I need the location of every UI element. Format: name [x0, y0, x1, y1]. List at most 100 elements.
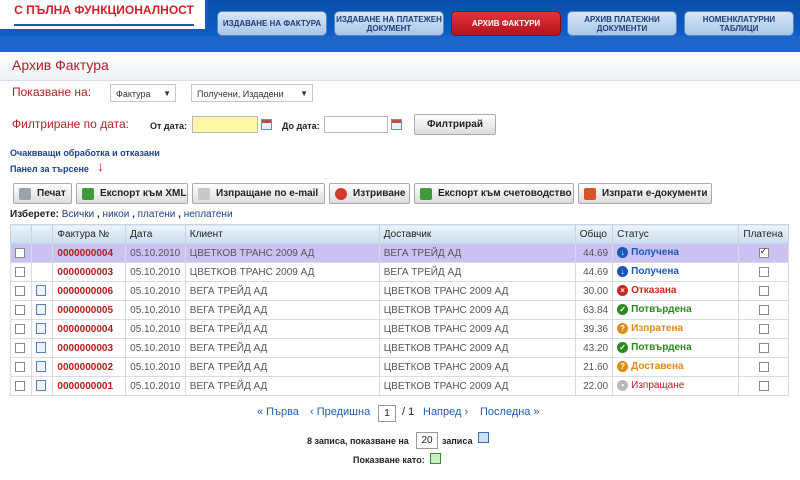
paid-cell[interactable]	[738, 357, 789, 377]
rows-per-page-input[interactable]: 20	[416, 432, 438, 449]
header-supplier[interactable]: Доставчик	[378, 224, 576, 244]
invoice-number[interactable]: 0000000001	[52, 376, 127, 396]
paid-checkbox[interactable]	[758, 246, 769, 258]
invoice-status: Доставена	[631, 361, 684, 373]
invoice-number[interactable]: 0000000004	[52, 319, 127, 339]
table-row[interactable]: 0000000006 05.10.2010 ВЕГА ТРЕЙД АД ЦВЕТКОВ…	[9, 281, 789, 301]
table-row[interactable]: 0000000005 05.10.2010 ВЕГА ТРЕЙД АД ЦВЕТКОВ…	[9, 300, 789, 320]
table-row[interactable]: 0000000002 05.10.2010 ВЕГА ТРЕЙД АД ЦВЕТКОВ…	[9, 357, 789, 377]
send-email-button[interactable]: Изпращане по e-mail	[192, 183, 325, 204]
select-paid-link[interactable]: платени	[138, 209, 176, 220]
row-select-cell[interactable]	[9, 376, 33, 396]
document-icon[interactable]	[36, 361, 47, 373]
tab-payment-documents-archive[interactable]: АРХИВ ПЛАТЕЖНИ ДОКУМЕНТИ	[567, 11, 677, 36]
invoice-number[interactable]: 0000000004	[52, 243, 127, 263]
row-select-cell[interactable]	[9, 319, 33, 339]
document-icon[interactable]	[36, 304, 47, 316]
filter-button[interactable]: Филтрирай	[414, 114, 496, 135]
row-checkbox[interactable]	[15, 323, 25, 334]
paid-checkbox[interactable]	[758, 285, 769, 296]
calendar-icon[interactable]	[261, 119, 272, 130]
header-date[interactable]: Дата	[125, 224, 186, 244]
paid-checkbox[interactable]	[758, 323, 769, 334]
paid-checkbox[interactable]	[758, 266, 769, 277]
select-none-link[interactable]: никои	[103, 209, 130, 220]
row-checkbox[interactable]	[15, 342, 25, 353]
header-doc	[31, 224, 54, 244]
select-unpaid-link[interactable]: неплатени	[184, 209, 233, 220]
table-row[interactable]: 0000000001 05.10.2010 ВЕГА ТРЕЙД АД ЦВЕТКОВ…	[9, 376, 789, 396]
row-checkbox[interactable]	[15, 285, 25, 296]
row-select-cell[interactable]	[9, 281, 33, 301]
row-select-cell[interactable]	[9, 357, 33, 377]
paid-checkbox[interactable]	[758, 304, 769, 315]
select-all-link[interactable]: Всички	[62, 209, 94, 220]
paid-checkbox[interactable]	[758, 361, 769, 372]
to-date-input[interactable]	[324, 116, 388, 133]
tab-nomenclature-tables[interactable]: НОМЕНКЛАТУРНИ ТАБЛИЦИ	[684, 11, 794, 36]
paid-cell[interactable]	[738, 281, 789, 301]
select-label: Изберете:	[10, 209, 59, 220]
refresh-grid-icon[interactable]	[478, 432, 489, 443]
row-checkbox[interactable]	[15, 266, 25, 277]
last-page-link[interactable]: Последна »	[480, 406, 540, 418]
paid-cell[interactable]	[738, 243, 789, 263]
send-edocuments-button[interactable]: Изпрати е-документи	[578, 183, 712, 204]
row-checkbox[interactable]	[15, 304, 25, 315]
table-row[interactable]: 0000000004 05.10.2010 ЦВЕТКОВ ТРАНС 2009 А…	[9, 243, 789, 263]
direction-select[interactable]: Получени, Издадени ▼	[191, 84, 313, 102]
export-xml-button[interactable]: Експорт към XML	[76, 183, 188, 204]
pending-and-rejected-link[interactable]: Очаквващи обработка и отказани	[10, 148, 160, 158]
header-status[interactable]: Статус	[612, 224, 740, 244]
next-page-link[interactable]: Напред ›	[423, 406, 468, 418]
invoice-number[interactable]: 0000000006	[52, 281, 127, 301]
calendar-icon[interactable]	[391, 119, 402, 130]
row-select-cell[interactable]	[9, 262, 33, 282]
paid-cell[interactable]	[738, 262, 789, 282]
delete-button[interactable]: Изтриване	[329, 183, 410, 204]
row-select-cell[interactable]	[9, 300, 33, 320]
header-client[interactable]: Клиент	[184, 224, 380, 244]
tab-invoice-archive[interactable]: АРХИВ ФАКТУРИ	[451, 11, 561, 36]
tab-issue-payment-document[interactable]: ИЗДАВАНЕ НА ПЛАТЕЖЕН ДОКУМЕНТ	[334, 11, 444, 36]
invoice-number[interactable]: 0000000002	[52, 357, 127, 377]
paid-checkbox[interactable]	[758, 342, 769, 353]
invoice-number[interactable]: 0000000005	[52, 300, 127, 320]
invoice-number[interactable]: 0000000003	[52, 338, 127, 358]
paid-cell[interactable]	[738, 338, 789, 358]
invoice-number[interactable]: 0000000003	[52, 262, 127, 282]
export-accounting-button[interactable]: Експорт към счетоводство	[414, 183, 574, 204]
row-checkbox[interactable]	[15, 380, 25, 391]
document-icon[interactable]	[36, 342, 47, 354]
paid-cell[interactable]	[738, 376, 789, 396]
table-row[interactable]: 0000000003 05.10.2010 ВЕГА ТРЕЙД АД ЦВЕТКОВ…	[9, 338, 789, 358]
search-panel-link[interactable]: Панел за търсене	[10, 164, 89, 174]
row-checkbox[interactable]	[15, 247, 25, 258]
invoice-client: ВЕГА ТРЕЙД АД	[184, 319, 380, 339]
doc-type-select[interactable]: Фактура ▼	[110, 84, 176, 102]
previous-page-link[interactable]: ‹ Предишна	[310, 406, 370, 418]
from-date-input[interactable]	[192, 116, 258, 133]
row-select-cell[interactable]	[9, 243, 33, 263]
table-body: 0000000004 05.10.2010 ЦВЕТКОВ ТРАНС 2009 А…	[9, 243, 789, 396]
paid-cell[interactable]	[738, 300, 789, 320]
document-icon[interactable]	[36, 285, 47, 297]
paid-cell[interactable]	[738, 319, 789, 339]
tab-issue-invoice[interactable]: ИЗДАВАНЕ НА ФАКТУРА	[217, 11, 327, 36]
print-label: Печат	[37, 188, 66, 199]
header-invoice-number[interactable]: Фактура №	[52, 224, 127, 244]
invoice-date: 05.10.2010	[125, 281, 186, 301]
table-row[interactable]: 0000000004 05.10.2010 ВЕГА ТРЕЙД АД ЦВЕТКОВ…	[9, 319, 789, 339]
print-button[interactable]: Печат	[13, 183, 72, 204]
current-page-input[interactable]: 1	[378, 405, 396, 422]
first-page-link[interactable]: « Първа	[257, 406, 299, 418]
paid-checkbox[interactable]	[758, 380, 769, 391]
header-paid[interactable]: Платена	[738, 224, 789, 244]
document-icon[interactable]	[36, 323, 47, 335]
excel-export-icon[interactable]	[430, 453, 441, 464]
table-row[interactable]: 0000000003 05.10.2010 ЦВЕТКОВ ТРАНС 2009 А…	[9, 262, 789, 282]
header-total[interactable]: Общо	[574, 224, 614, 244]
row-select-cell[interactable]	[9, 338, 33, 358]
document-icon[interactable]	[36, 380, 47, 392]
row-checkbox[interactable]	[15, 361, 25, 372]
